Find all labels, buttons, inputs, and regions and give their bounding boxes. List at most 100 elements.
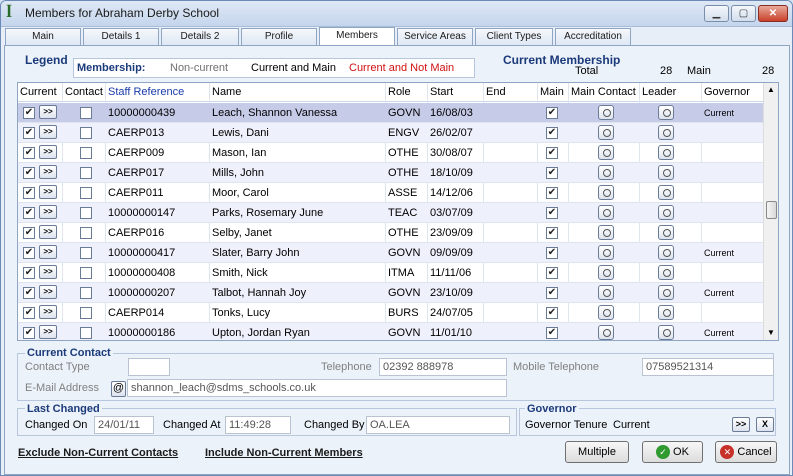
contact-checkbox[interactable] — [80, 267, 92, 279]
governor-go-button[interactable]: >> — [732, 417, 750, 432]
ok-button[interactable]: ✓ OK — [642, 441, 703, 463]
main-checkbox[interactable]: ✔ — [546, 287, 558, 299]
contact-checkbox[interactable] — [80, 167, 92, 179]
row-open-button[interactable]: >> — [39, 285, 57, 299]
contact-checkbox[interactable] — [80, 147, 92, 159]
table-row[interactable]: ✔ >> 10000000147 Parks, Rosemary June TEAC 03… — [18, 203, 763, 223]
leader-radio[interactable] — [658, 105, 674, 120]
email-icon[interactable]: @ — [111, 381, 126, 397]
include-non-current-link[interactable]: Include Non-Current Members — [205, 447, 363, 459]
main-checkbox[interactable]: ✔ — [546, 207, 558, 219]
current-checkbox[interactable]: ✔ — [23, 187, 35, 199]
leader-radio[interactable] — [658, 325, 674, 340]
leader-radio[interactable] — [658, 265, 674, 280]
current-checkbox[interactable]: ✔ — [23, 327, 35, 339]
main-contact-radio[interactable] — [598, 245, 614, 260]
main-contact-radio[interactable] — [598, 265, 614, 280]
col-staff-reference[interactable]: Staff Reference — [108, 86, 184, 98]
main-contact-radio[interactable] — [598, 205, 614, 220]
main-contact-radio[interactable] — [598, 285, 614, 300]
col-end[interactable]: End — [486, 86, 506, 98]
row-open-button[interactable]: >> — [39, 325, 57, 339]
table-row[interactable]: ✔ >> 10000000417 Slater, Barry John GOVN 09/0… — [18, 243, 763, 263]
current-checkbox[interactable]: ✔ — [23, 287, 35, 299]
exclude-non-current-link[interactable]: Exclude Non-Current Contacts — [18, 447, 178, 459]
leader-radio[interactable] — [658, 185, 674, 200]
row-open-button[interactable]: >> — [39, 105, 57, 119]
main-contact-radio[interactable] — [598, 325, 614, 340]
row-open-button[interactable]: >> — [39, 125, 57, 139]
tab-details-1[interactable]: Details 1 — [83, 28, 159, 46]
row-open-button[interactable]: >> — [39, 245, 57, 259]
main-checkbox[interactable]: ✔ — [546, 187, 558, 199]
tab-service-areas[interactable]: Service Areas — [397, 28, 473, 46]
tab-profile[interactable]: Profile — [241, 28, 317, 46]
telephone-field[interactable]: 02392 888978 — [379, 358, 507, 376]
row-open-button[interactable]: >> — [39, 205, 57, 219]
minimize-button[interactable]: ▁ — [704, 5, 729, 22]
contact-checkbox[interactable] — [80, 207, 92, 219]
email-field[interactable]: shannon_leach@sdms_schools.co.uk — [127, 379, 507, 397]
leader-radio[interactable] — [658, 205, 674, 220]
leader-radio[interactable] — [658, 285, 674, 300]
row-open-button[interactable]: >> — [39, 305, 57, 319]
current-checkbox[interactable]: ✔ — [23, 147, 35, 159]
col-governor[interactable]: Governor — [704, 86, 750, 98]
table-row[interactable]: ✔ >> CAERP016 Selby, Janet OTHE 23/09/09 ✔ — [18, 223, 763, 243]
contact-checkbox[interactable] — [80, 287, 92, 299]
row-open-button[interactable]: >> — [39, 265, 57, 279]
table-row[interactable]: ✔ >> CAERP011 Moor, Carol ASSE 14/12/06 ✔ — [18, 183, 763, 203]
row-open-button[interactable]: >> — [39, 165, 57, 179]
row-open-button[interactable]: >> — [39, 225, 57, 239]
contact-checkbox[interactable] — [80, 187, 92, 199]
current-checkbox[interactable]: ✔ — [23, 267, 35, 279]
leader-radio[interactable] — [658, 225, 674, 240]
cancel-button[interactable]: ✕ Cancel — [715, 441, 777, 463]
table-row[interactable]: ✔ >> CAERP013 Lewis, Dani ENGV 26/02/07 ✔ — [18, 123, 763, 143]
main-checkbox[interactable]: ✔ — [546, 107, 558, 119]
tab-details-2[interactable]: Details 2 — [161, 28, 239, 46]
contact-checkbox[interactable] — [80, 327, 92, 339]
mobile-field[interactable]: 07589521314 — [642, 358, 774, 376]
table-row[interactable]: ✔ >> 10000000186 Upton, Jordan Ryan GOVN 11/0… — [18, 323, 763, 340]
current-checkbox[interactable]: ✔ — [23, 127, 35, 139]
scroll-thumb[interactable] — [766, 201, 777, 219]
leader-radio[interactable] — [658, 305, 674, 320]
close-window-button[interactable]: ✕ — [758, 5, 788, 22]
governor-clear-button[interactable]: X — [756, 417, 774, 432]
main-contact-radio[interactable] — [598, 165, 614, 180]
main-checkbox[interactable]: ✔ — [546, 227, 558, 239]
tab-main[interactable]: Main — [5, 28, 81, 46]
contact-checkbox[interactable] — [80, 127, 92, 139]
current-checkbox[interactable]: ✔ — [23, 207, 35, 219]
table-row[interactable]: ✔ >> CAERP017 Mills, John OTHE 18/10/09 ✔ — [18, 163, 763, 183]
table-row[interactable]: ✔ >> CAERP009 Mason, Ian OTHE 30/08/07 ✔ — [18, 143, 763, 163]
main-contact-radio[interactable] — [598, 305, 614, 320]
leader-radio[interactable] — [658, 245, 674, 260]
main-checkbox[interactable]: ✔ — [546, 147, 558, 159]
tab-members[interactable]: Members — [319, 27, 395, 47]
main-contact-radio[interactable] — [598, 145, 614, 160]
col-current[interactable]: Current — [20, 86, 57, 98]
leader-radio[interactable] — [658, 125, 674, 140]
contact-checkbox[interactable] — [80, 307, 92, 319]
maximize-button[interactable]: ▢ — [731, 5, 756, 22]
table-row[interactable]: ✔ >> 10000000408 Smith, Nick ITMA 11/11/06 ✔ — [18, 263, 763, 283]
row-open-button[interactable]: >> — [39, 185, 57, 199]
main-checkbox[interactable]: ✔ — [546, 127, 558, 139]
col-contact[interactable]: Contact — [65, 86, 103, 98]
table-row[interactable]: ✔ >> 10000000207 Talbot, Hannah Joy GOVN 23/1… — [18, 283, 763, 303]
leader-radio[interactable] — [658, 165, 674, 180]
multiple-button[interactable]: Multiple — [565, 441, 629, 463]
current-checkbox[interactable]: ✔ — [23, 107, 35, 119]
scroll-down-icon[interactable]: ▼ — [767, 328, 775, 337]
current-checkbox[interactable]: ✔ — [23, 307, 35, 319]
col-main[interactable]: Main — [540, 86, 564, 98]
tab-accreditation[interactable]: Accreditation — [555, 28, 631, 46]
col-name[interactable]: Name — [212, 86, 241, 98]
col-leader[interactable]: Leader — [642, 86, 676, 98]
contact-checkbox[interactable] — [80, 227, 92, 239]
main-contact-radio[interactable] — [598, 105, 614, 120]
main-checkbox[interactable]: ✔ — [546, 247, 558, 259]
main-contact-radio[interactable] — [598, 125, 614, 140]
